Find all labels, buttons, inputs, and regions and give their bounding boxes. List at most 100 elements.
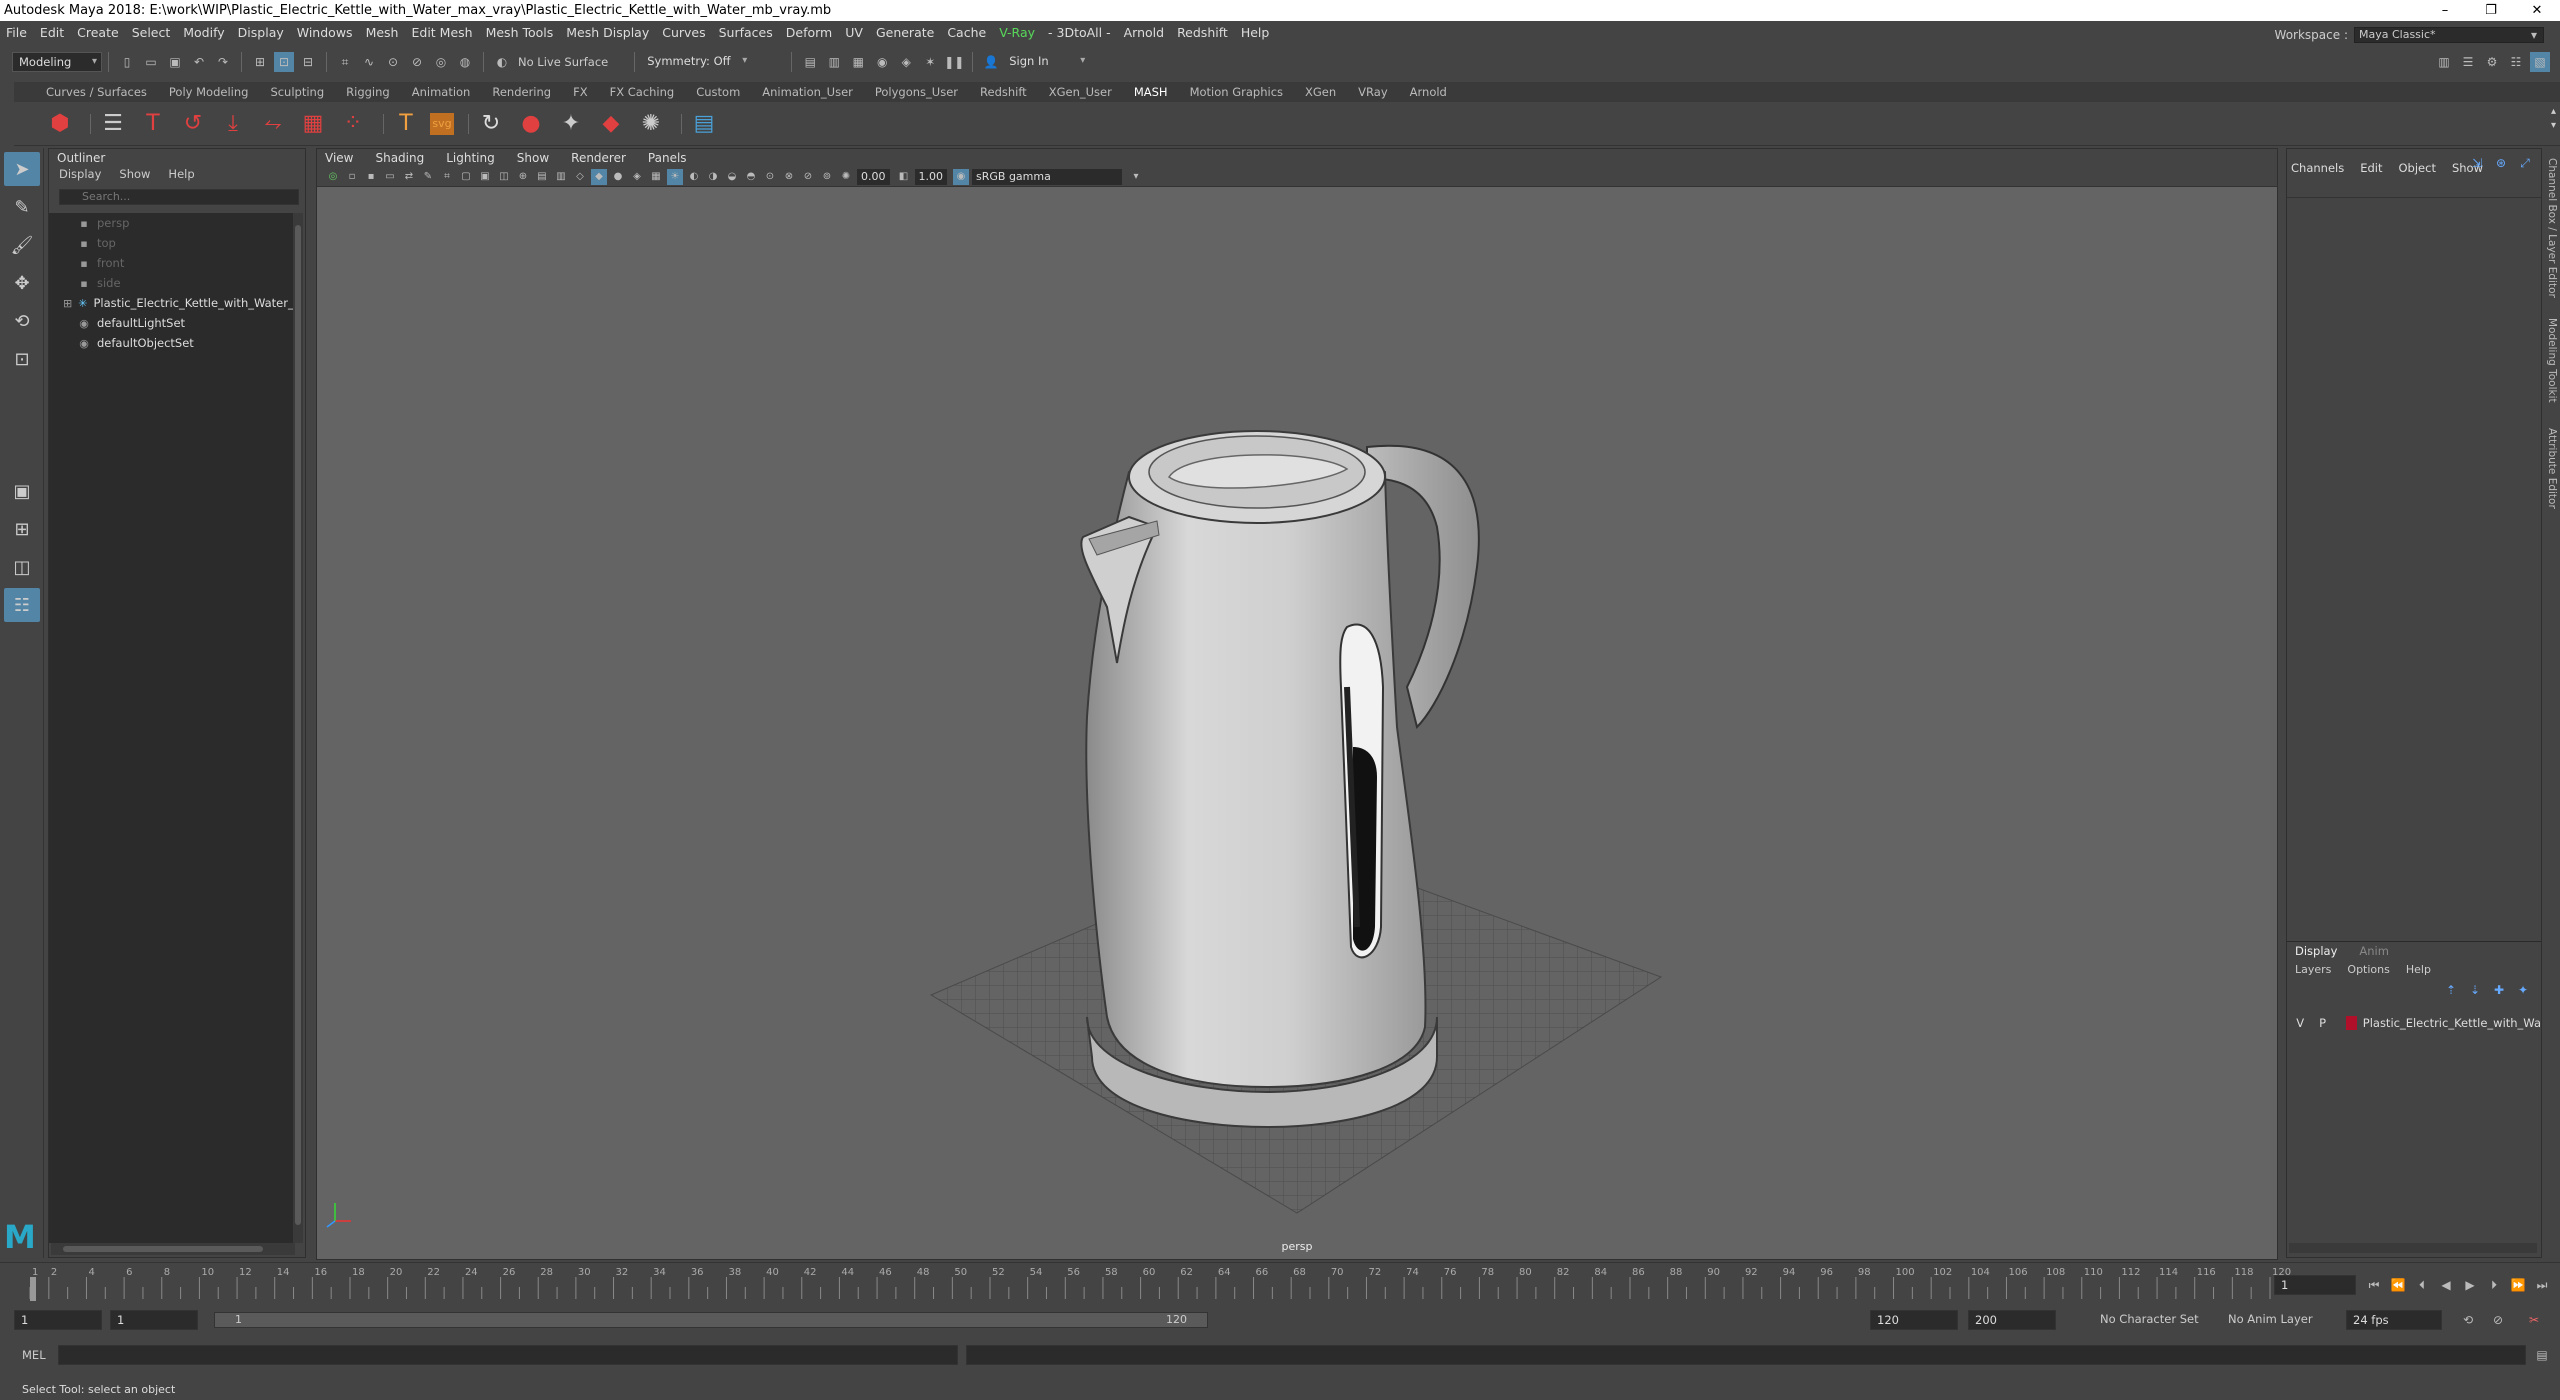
minimize-button[interactable]: – xyxy=(2422,0,2468,21)
play-back-icon[interactable]: ◀ xyxy=(2436,1275,2456,1295)
shelf-tab-sculpting[interactable]: Sculpting xyxy=(270,85,324,99)
image-plane-icon[interactable]: ▭ xyxy=(382,169,398,185)
xray-joints-icon[interactable]: ⊘ xyxy=(800,169,816,185)
viewport-menu-show[interactable]: Show xyxy=(517,151,549,165)
isolate-select-icon[interactable]: ⊙ xyxy=(762,169,778,185)
move-layer-down-icon[interactable]: ⇣ xyxy=(2465,980,2485,1000)
loop-icon[interactable]: ⟲ xyxy=(2458,1310,2478,1330)
ambient-occlusion-icon[interactable]: ◑ xyxy=(705,169,721,185)
outliner-hscroll[interactable] xyxy=(51,1243,295,1255)
auto-key-icon[interactable]: ⊘ xyxy=(2488,1310,2508,1330)
shelf-tab-motion-graphics[interactable]: Motion Graphics xyxy=(1190,85,1283,99)
layout-toggle-icon[interactable]: ▥ xyxy=(2434,52,2454,72)
sign-in-dropdown[interactable]: Sign In xyxy=(1003,52,1089,72)
attribute-editor-toggle-icon[interactable]: ☰ xyxy=(2458,52,2478,72)
go-to-end-icon[interactable]: ⏭ xyxy=(2532,1275,2552,1295)
menu-windows[interactable]: Windows xyxy=(297,25,353,40)
layer-menu-help[interactable]: Help xyxy=(2406,963,2431,976)
outliner-search-input[interactable]: Search... xyxy=(59,189,299,205)
current-time-indicator[interactable] xyxy=(30,1277,36,1301)
outliner-menu-help[interactable]: Help xyxy=(168,167,194,185)
kettle-model[interactable] xyxy=(1080,430,1480,1129)
camera-attributes-icon[interactable]: ▫ xyxy=(344,169,360,185)
textured-icon[interactable]: ▦ xyxy=(648,169,664,185)
shelf-tab-fx[interactable]: FX xyxy=(573,85,588,99)
wireframe-on-shaded-icon[interactable]: ◈ xyxy=(629,169,645,185)
live-surface-icon[interactable]: ◐ xyxy=(492,52,512,72)
side-tab-channel-box[interactable]: Channel Box / Layer Editor xyxy=(2546,158,2558,298)
new-layer-icon[interactable]: ✚ xyxy=(2489,980,2509,1000)
menu-modify[interactable]: Modify xyxy=(183,25,224,40)
lock-icon[interactable]: ⊛ xyxy=(2491,153,2511,173)
snap-surface-icon[interactable]: ◎ xyxy=(431,52,451,72)
curve-icon[interactable]: ↺ xyxy=(177,108,209,140)
viewport-menu-shading[interactable]: Shading xyxy=(375,151,424,165)
tool-settings-toggle-icon[interactable]: ⚙ xyxy=(2482,52,2502,72)
world-icon[interactable]: ✺ xyxy=(635,108,667,140)
outliner-menu-show[interactable]: Show xyxy=(119,167,150,185)
layer-tab-anim[interactable]: Anim xyxy=(2359,944,2389,958)
anti-aliasing-icon[interactable]: ◓ xyxy=(743,169,759,185)
fps-dropdown[interactable]: 24 fps xyxy=(2346,1310,2442,1330)
viewport-menu-renderer[interactable]: Renderer xyxy=(571,151,626,165)
menu-cache[interactable]: Cache xyxy=(947,25,986,40)
paint-select-tool-icon[interactable]: 🖌 xyxy=(4,228,40,262)
outliner-item[interactable]: ⊞ ✳ Plastic_Electric_Kettle_with_Water_ncl xyxy=(49,293,295,313)
gamma-icon[interactable]: ◧ xyxy=(896,169,912,185)
menu-mesh[interactable]: Mesh xyxy=(366,25,399,40)
range-bar[interactable]: 1 120 xyxy=(214,1312,1208,1328)
outliner-item[interactable]: ◉ defaultObjectSet xyxy=(49,333,295,353)
wireframe-icon[interactable]: ◇ xyxy=(572,169,588,185)
side-tab-modeling-toolkit[interactable]: Modeling Toolkit xyxy=(2546,318,2558,403)
time-ruler[interactable]: 1 2 4 6 8 10 12 14 16 18 20 22 24 26 28 30 32 34 36 38 40 42 4… xyxy=(24,1263,2294,1303)
layer-menu-options[interactable]: Options xyxy=(2347,963,2389,976)
menu-display[interactable]: Display xyxy=(238,25,284,40)
anim-layer-dropdown[interactable]: No Anim Layer xyxy=(2228,1312,2313,1326)
spray-icon[interactable]: ✦ xyxy=(555,108,587,140)
camera-select-icon[interactable]: ◎ xyxy=(325,169,341,185)
shadows-icon[interactable]: ◐ xyxy=(686,169,702,185)
character-set-dropdown[interactable]: No Character Set xyxy=(2100,1312,2199,1326)
pause-icon[interactable]: ❚❚ xyxy=(944,52,964,72)
new-layer-selected-icon[interactable]: ✦ xyxy=(2513,980,2533,1000)
film-gate-icon[interactable]: ▢ xyxy=(458,169,474,185)
xray-icon[interactable]: ⊗ xyxy=(781,169,797,185)
resolution-gate-icon[interactable]: ▣ xyxy=(477,169,493,185)
colorspace-dropdown[interactable]: sRGB gamma xyxy=(972,168,1122,185)
grid-toggle-icon[interactable]: ⌗ xyxy=(439,169,455,185)
shelf-tab-rigging[interactable]: Rigging xyxy=(346,85,390,99)
current-frame-field[interactable]: 1 xyxy=(2274,1275,2356,1295)
mash-outliner-icon[interactable]: ☰ xyxy=(97,108,129,140)
two-pane-layout-icon[interactable]: ◫ xyxy=(4,550,40,584)
type-icon[interactable]: T xyxy=(390,108,422,140)
save-scene-icon[interactable]: ▣ xyxy=(165,52,185,72)
exposure-field[interactable]: 0.00 xyxy=(857,168,890,185)
viewport-menu-panels[interactable]: Panels xyxy=(648,151,687,165)
script-editor-icon[interactable]: ▤ xyxy=(2532,1345,2552,1365)
side-tab-attribute-editor[interactable]: Attribute Editor xyxy=(2546,428,2558,509)
motion-blur-icon[interactable]: ◒ xyxy=(724,169,740,185)
collision-icon[interactable]: ◆ xyxy=(595,108,627,140)
animation-start-field[interactable]: 1 xyxy=(14,1310,102,1330)
user-icon[interactable]: 👤 xyxy=(981,52,1001,72)
shelf-tab-polygons-user[interactable]: Polygons_User xyxy=(875,85,958,99)
menu-mesh-tools[interactable]: Mesh Tools xyxy=(486,25,554,40)
close-button[interactable]: ✕ xyxy=(2514,0,2560,21)
smooth-shade-icon[interactable]: ◆ xyxy=(591,168,607,185)
outliner-item[interactable]: ▪ front xyxy=(49,253,295,273)
outliner-item[interactable]: ▪ top xyxy=(49,233,295,253)
undo-icon[interactable]: ↶ xyxy=(189,52,209,72)
render-settings-icon[interactable]: ◉ xyxy=(872,52,892,72)
dropdown-arrow-icon[interactable]: ▾ xyxy=(1128,169,1144,185)
menu-v-ray[interactable]: V-Ray xyxy=(999,25,1035,40)
open-scene-icon[interactable]: ▭ xyxy=(141,52,161,72)
move-tool-icon[interactable]: ✥ xyxy=(4,266,40,300)
hypershade-icon[interactable]: ◈ xyxy=(896,52,916,72)
four-pane-layout-icon[interactable]: ⊞ xyxy=(4,512,40,546)
shelf-tab-curves-surfaces[interactable]: Curves / Surfaces xyxy=(46,85,147,99)
restore-button[interactable]: ❐ xyxy=(2468,0,2514,21)
snap-live-icon[interactable]: ◍ xyxy=(455,52,475,72)
layer-hscroll[interactable] xyxy=(2289,1243,2537,1253)
select-object-icon[interactable]: ⊡ xyxy=(274,52,294,72)
select-hierarchy-icon[interactable]: ⊞ xyxy=(250,52,270,72)
